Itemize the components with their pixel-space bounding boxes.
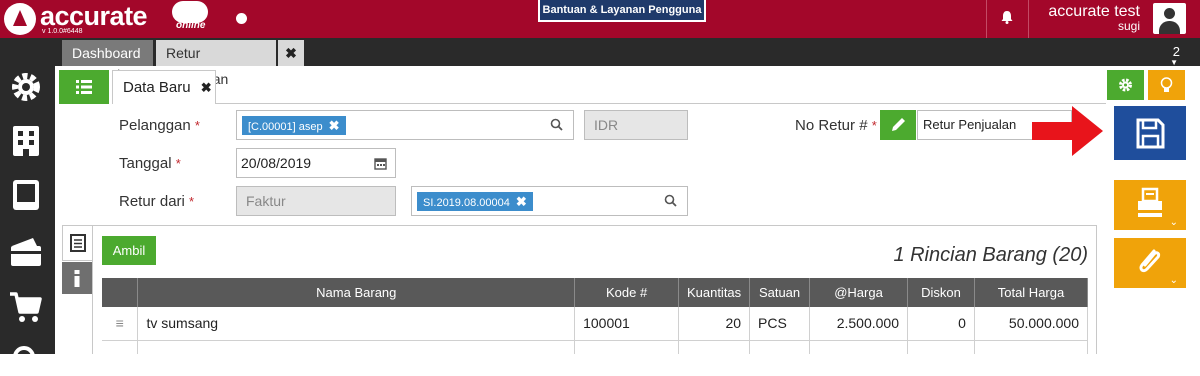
save-icon [1136, 118, 1165, 149]
tab-info[interactable] [62, 262, 92, 294]
open-tabs-count[interactable]: 2 [1173, 44, 1180, 59]
brand-suffix: online [176, 20, 206, 31]
column-header[interactable]: Kuantitas [678, 278, 751, 307]
close-tab-icon[interactable]: ✖ [278, 40, 304, 66]
gear-icon[interactable] [9, 70, 43, 104]
tab-dashboard[interactable]: Dashboard [62, 40, 153, 66]
tab-data-baru-label: Data Baru [123, 79, 191, 96]
no-retur-label: No Retur # * [795, 117, 877, 134]
attach-button[interactable]: ⌄ [1114, 238, 1186, 288]
book-icon[interactable] [9, 178, 43, 212]
info-icon [74, 270, 80, 287]
cart-icon[interactable] [9, 290, 43, 324]
top-bar: accurate online v 1.0.0#6448 Bantuan & L… [0, 0, 1200, 38]
chevron-down-icon[interactable]: ⌄ [1170, 217, 1178, 228]
chevron-down-icon[interactable]: ⌄ [1170, 275, 1178, 286]
pelanggan-field[interactable]: [C.00001] asep ✖ [236, 110, 574, 140]
save-button[interactable] [1114, 106, 1186, 160]
detail-title: 1 Rincian Barang (20) [893, 244, 1088, 266]
empty-cell[interactable] [574, 340, 680, 354]
search-icon[interactable] [550, 118, 563, 131]
column-header [102, 278, 139, 307]
pelanggan-chip[interactable]: [C.00001] asep ✖ [242, 116, 346, 135]
empty-cell[interactable] [102, 340, 139, 354]
invoice-chip[interactable]: SI.2019.08.00004 ✖ [417, 192, 533, 211]
column-header[interactable]: Kode # [574, 278, 680, 307]
column-header[interactable]: Diskon [907, 278, 975, 307]
chevron-down-icon[interactable]: ▼ [1170, 58, 1178, 67]
table-header: Nama Barang Kode # Kuantitas Satuan @Har… [102, 278, 1089, 307]
ambil-button[interactable]: Ambil [102, 236, 156, 265]
invoice-field[interactable]: SI.2019.08.00004 ✖ [411, 186, 688, 216]
drag-handle-icon[interactable]: ≡ [102, 307, 139, 341]
tanggal-field[interactable]: 20/08/2019 [236, 148, 396, 178]
pelanggan-label: Pelanggan * [119, 117, 200, 134]
lightbulb-icon [1160, 77, 1173, 92]
chip-remove-icon[interactable]: ✖ [329, 118, 340, 133]
brand-name: accurate [40, 1, 148, 31]
user-subtitle: sugi [1117, 19, 1140, 33]
cell-harga[interactable]: 2.500.000 [809, 307, 908, 341]
tab-detail-items[interactable] [62, 225, 92, 261]
divider [986, 0, 987, 38]
app-version: v 1.0.0#6448 [42, 28, 83, 35]
settings-button[interactable] [1107, 70, 1144, 100]
empty-cell[interactable] [809, 340, 908, 354]
sidebar [0, 66, 55, 368]
tips-button[interactable] [1148, 70, 1185, 100]
column-header[interactable]: Total Harga [974, 278, 1089, 307]
close-icon[interactable]: ✖ [201, 80, 212, 95]
empty-cell[interactable] [974, 340, 1089, 354]
chip-remove-icon[interactable]: ✖ [516, 194, 527, 209]
retur-dari-field[interactable]: Faktur [236, 186, 396, 216]
document-icon [70, 234, 86, 252]
column-header[interactable]: Satuan [749, 278, 811, 307]
divider [1028, 0, 1029, 38]
empty-cell[interactable] [678, 340, 751, 354]
list-icon [76, 80, 92, 94]
tanggal-value: 20/08/2019 [241, 155, 312, 171]
logo-badge-icon [4, 3, 36, 35]
tab-retur-penjualan[interactable]: Retur Penjualan [156, 40, 276, 87]
building-icon[interactable] [9, 124, 43, 158]
items-table: Nama Barang Kode # Kuantitas Satuan @Har… [102, 278, 1089, 354]
status-dot-icon[interactable] [236, 13, 247, 24]
cell-nama-barang[interactable]: tv sumsang [137, 307, 576, 341]
wallet-icon[interactable] [9, 234, 43, 268]
retur-dari-label: Retur dari * [119, 193, 195, 210]
avatar-icon[interactable] [1153, 3, 1186, 34]
cell-kode[interactable]: 100001 [574, 307, 680, 341]
help-button[interactable]: Bantuan & Layanan Pengguna [538, 0, 706, 22]
column-header[interactable]: @Harga [809, 278, 908, 307]
calendar-icon[interactable] [374, 157, 387, 170]
print-button[interactable]: ⌄ [1114, 180, 1186, 230]
tanggal-label: Tanggal * [119, 155, 181, 172]
arrow-right-icon [1032, 106, 1103, 156]
table-row[interactable] [102, 340, 1089, 354]
cell-satuan[interactable]: PCS [749, 307, 811, 341]
list-view-button[interactable] [59, 70, 109, 104]
pencil-icon [892, 118, 905, 131]
cell-kuantitas[interactable]: 20 [678, 307, 751, 341]
empty-cell[interactable] [137, 340, 576, 354]
column-header[interactable]: Nama Barang [137, 278, 576, 307]
edit-number-button[interactable] [880, 110, 916, 140]
empty-cell[interactable] [749, 340, 811, 354]
empty-cell[interactable] [907, 340, 975, 354]
divider [216, 103, 1106, 104]
cell-total-harga[interactable]: 50.000.000 [974, 307, 1089, 341]
gear-icon [1119, 78, 1132, 92]
currency-field: IDR [584, 110, 688, 140]
search-icon[interactable] [9, 342, 43, 376]
cell-diskon[interactable]: 0 [907, 307, 975, 341]
tab-bar: Dashboard Retur Penjualan ✖ 2 ▼ [0, 38, 1200, 87]
tab-data-baru[interactable]: Data Baru ✖ [112, 70, 216, 104]
bell-icon[interactable] [1000, 10, 1014, 24]
search-icon[interactable] [664, 194, 677, 207]
table-row[interactable]: ≡ tv sumsang 100001 20 PCS 2.500.000 0 5… [102, 307, 1089, 341]
